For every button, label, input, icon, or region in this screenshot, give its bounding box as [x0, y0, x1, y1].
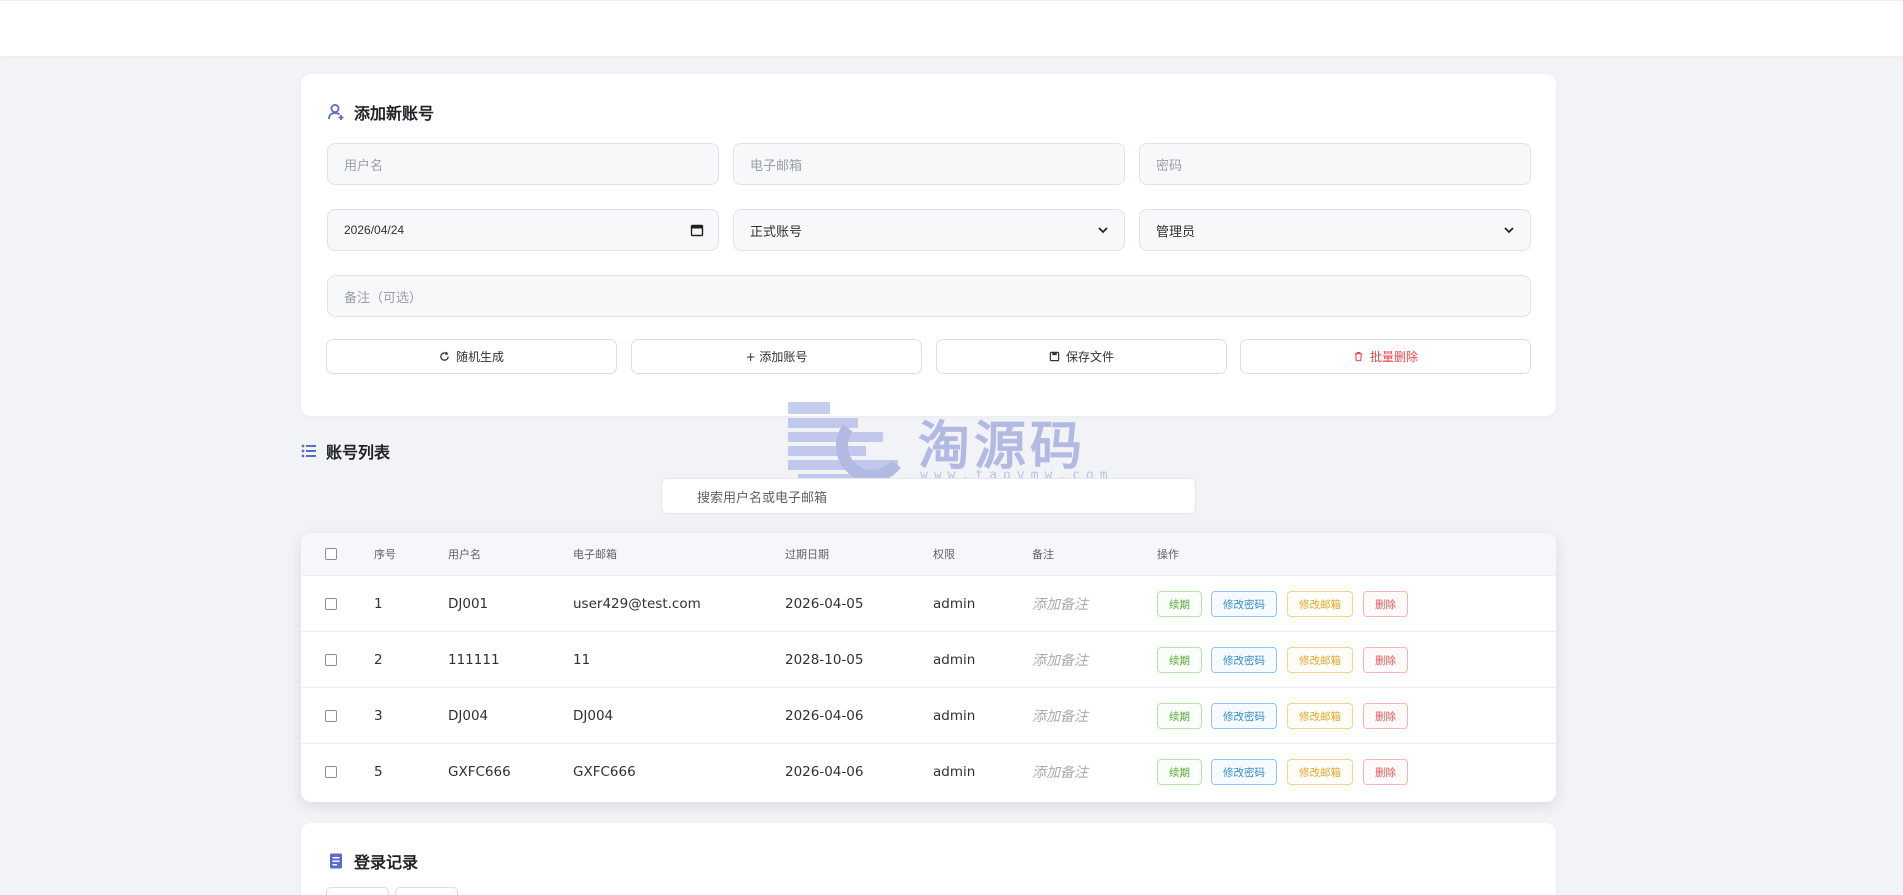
renew-button[interactable]: 续期	[1157, 703, 1202, 729]
header-index: 序号	[374, 548, 396, 561]
delete-button[interactable]: 删除	[1363, 591, 1408, 617]
role-select[interactable]: 管理员	[1139, 209, 1531, 251]
renew-button[interactable]: 续期	[1157, 759, 1202, 785]
cell-email: DJ004	[573, 707, 614, 724]
row-checkbox[interactable]	[325, 597, 337, 610]
cell-index: 2	[374, 651, 383, 668]
header-expiry: 过期日期	[785, 548, 829, 561]
row-checkbox[interactable]	[325, 766, 337, 778]
delete-button[interactable]: 删除	[1363, 647, 1408, 673]
add-account-title-text: 添加新账号	[354, 104, 435, 123]
expiry-date-value: 2026/04/24	[344, 223, 405, 237]
cell-username: DJ004	[448, 707, 489, 724]
login-records-card: 登录记录	[301, 823, 1556, 895]
add-account-button[interactable]: + 添加账号	[631, 339, 922, 374]
account-type-value: 正式账号	[750, 223, 803, 239]
cell-username: GXFC666	[448, 764, 511, 780]
search-input[interactable]: 搜索用户名或电子邮箱	[661, 478, 1196, 514]
role-value: 管理员	[1156, 223, 1196, 239]
change-password-button[interactable]: 修改密码	[1211, 703, 1277, 729]
add-note-link[interactable]: 添加备注	[1032, 576, 1088, 631]
account-list-title: 账号列表	[301, 439, 390, 463]
delete-button[interactable]: 删除	[1363, 759, 1408, 785]
add-note-link[interactable]: 添加备注	[1032, 632, 1088, 687]
document-icon	[330, 853, 342, 869]
expiry-date-input[interactable]: 2026/04/24	[327, 209, 719, 251]
refresh-icon	[440, 351, 449, 361]
cell-expiry: 2026-04-06	[785, 707, 864, 724]
renew-button[interactable]: 续期	[1157, 647, 1202, 673]
accounts-table: 序号 用户名 电子邮箱 过期日期 权限 备注 操作 1 DJ001 user429@…	[301, 533, 1556, 802]
account-list-title-text: 账号列表	[326, 443, 391, 462]
random-generate-button[interactable]: 随机生成	[326, 339, 617, 374]
table-row: 2 111111 11 2028-10-05 admin 添加备注 续期 修改密码 修改邮箱 删除	[301, 632, 1556, 688]
list-icon	[301, 444, 316, 458]
cell-username: 111111	[448, 651, 500, 668]
chevron-down-icon	[1504, 227, 1514, 234]
password-input[interactable]: 密码	[1139, 143, 1531, 185]
cell-role: admin	[933, 707, 976, 724]
table-row: 5 GXFC666 GXFC666 2026-04-06 admin 添加备注 续期 修改密码…	[301, 744, 1556, 800]
cell-role: admin	[933, 764, 976, 780]
change-email-button[interactable]: 修改邮箱	[1287, 703, 1353, 729]
account-type-select[interactable]: 正式账号	[733, 209, 1125, 251]
add-user-icon	[328, 104, 344, 120]
add-account-title: 添加新账号	[327, 100, 434, 124]
batch-delete-button[interactable]: 批量删除	[1240, 339, 1531, 374]
change-password-button[interactable]: 修改密码	[1211, 647, 1277, 673]
header-email: 电子邮箱	[573, 548, 617, 561]
login-records-title: 登录记录	[327, 849, 418, 873]
header-role: 权限	[933, 548, 955, 561]
cell-email: 11	[573, 651, 591, 668]
save-icon	[1049, 351, 1060, 362]
save-file-label: 保存文件	[1065, 350, 1114, 364]
chevron-down-icon	[1098, 227, 1108, 234]
select-all-checkbox[interactable]	[325, 548, 337, 560]
log-tab[interactable]	[395, 887, 458, 895]
change-password-button[interactable]: 修改密码	[1211, 591, 1277, 617]
change-email-button[interactable]: 修改邮箱	[1287, 759, 1353, 785]
change-email-button[interactable]: 修改邮箱	[1287, 647, 1353, 673]
add-note-link[interactable]: 添加备注	[1032, 744, 1088, 800]
log-tab[interactable]	[326, 887, 389, 895]
login-records-title-text: 登录记录	[354, 853, 419, 872]
cell-index: 3	[374, 707, 383, 724]
username-input[interactable]: 用户名	[327, 143, 719, 185]
cell-expiry: 2026-04-06	[785, 764, 864, 780]
add-account-label: + 添加账号	[745, 350, 808, 364]
random-generate-label: 随机生成	[455, 350, 504, 364]
cell-email: GXFC666	[573, 764, 636, 780]
row-checkbox[interactable]	[325, 653, 337, 666]
renew-button[interactable]: 续期	[1157, 591, 1202, 617]
cell-role: admin	[933, 651, 976, 668]
delete-button[interactable]: 删除	[1363, 703, 1408, 729]
header-actions: 操作	[1157, 548, 1179, 561]
note-input[interactable]: 备注（可选）	[327, 275, 1531, 317]
cell-email: user429@test.com	[573, 595, 701, 612]
cell-index: 1	[374, 595, 383, 612]
add-note-link[interactable]: 添加备注	[1032, 688, 1088, 743]
trash-icon	[1354, 352, 1363, 362]
header-note: 备注	[1032, 548, 1054, 561]
cell-username: DJ001	[448, 595, 489, 612]
save-file-button[interactable]: 保存文件	[936, 339, 1227, 374]
batch-delete-label: 批量删除	[1369, 350, 1418, 364]
cell-expiry: 2028-10-05	[785, 651, 864, 668]
change-password-button[interactable]: 修改密码	[1211, 759, 1277, 785]
table-row: 3 DJ004 DJ004 2026-04-06 admin 添加备注 续期 修改密码 修改邮箱…	[301, 688, 1556, 744]
calendar-icon[interactable]	[690, 223, 704, 237]
cell-index: 5	[374, 764, 383, 780]
cell-role: admin	[933, 595, 976, 612]
row-checkbox[interactable]	[325, 709, 337, 722]
table-row: 1 DJ001 user429@test.com 2026-04-05 admin 添加备…	[301, 576, 1556, 632]
top-bar	[0, 0, 1903, 56]
header-username: 用户名	[448, 548, 481, 561]
email-input[interactable]: 电子邮箱	[733, 143, 1125, 185]
cell-expiry: 2026-04-05	[785, 595, 864, 612]
change-email-button[interactable]: 修改邮箱	[1287, 591, 1353, 617]
table-header: 序号 用户名 电子邮箱 过期日期 权限 备注 操作	[301, 533, 1556, 576]
